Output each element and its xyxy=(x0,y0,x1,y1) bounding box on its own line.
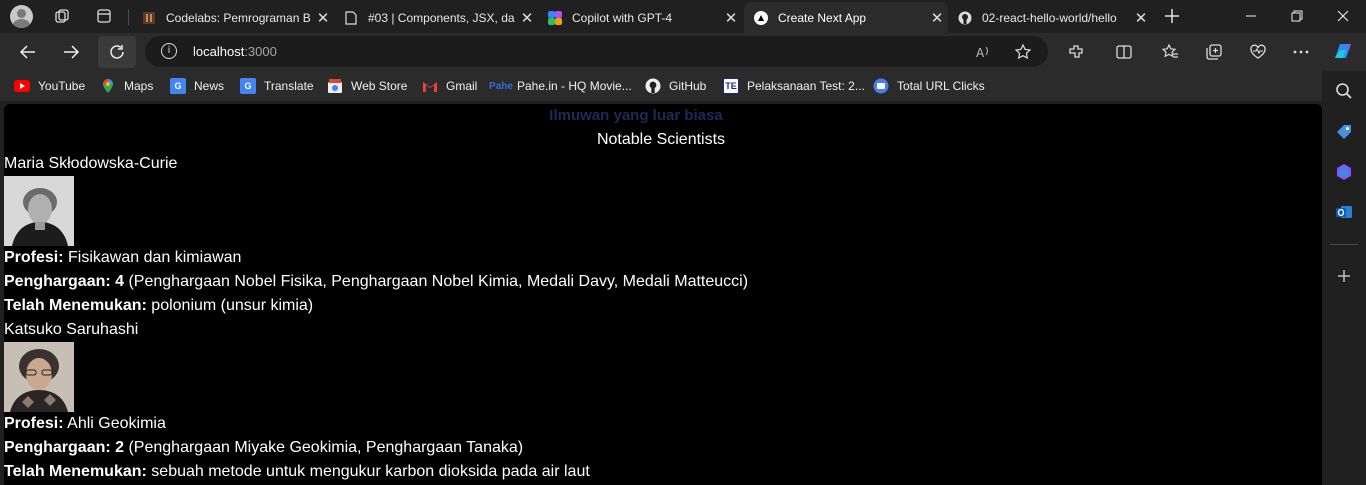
close-icon[interactable]: ✕ xyxy=(1130,9,1152,27)
url-text[interactable]: localhost:3000 xyxy=(193,44,277,59)
bookmark-github[interactable]: GitHub xyxy=(645,78,706,94)
sidebar-divider xyxy=(1330,244,1358,245)
page-title: Notable Scientists xyxy=(596,131,726,148)
document-icon xyxy=(344,10,358,25)
close-icon[interactable]: ✕ xyxy=(926,9,948,27)
link-icon xyxy=(873,78,889,94)
forward-icon[interactable] xyxy=(55,36,87,68)
bookmark-pelaksanaan-test[interactable]: TE Pelaksanaan Test: 2... xyxy=(723,78,865,94)
tab-title: 02-react-hello-world/hello xyxy=(982,10,1117,25)
bookmark-translate[interactable]: G Translate xyxy=(240,78,314,94)
webstore-icon xyxy=(327,78,343,94)
nextjs-icon xyxy=(754,10,768,25)
bookmark-news[interactable]: G News xyxy=(170,78,224,94)
profile-avatar-icon[interactable] xyxy=(10,5,33,28)
favorites-icon[interactable] xyxy=(1160,42,1180,62)
bookmark-maps[interactable]: Maps xyxy=(100,78,153,94)
favorite-star-icon[interactable] xyxy=(1014,43,1032,61)
awards-line: Penghargaan: 4 (Penghargaan Nobel Fisika… xyxy=(4,273,749,290)
tab-codelabs[interactable]: Codelabs: Pemrograman B ✕ xyxy=(132,2,334,33)
svg-text:A: A xyxy=(976,46,985,60)
page-heading: Ilmuwan yang luar biasa xyxy=(549,107,723,124)
shopping-tag-icon[interactable] xyxy=(1333,121,1355,143)
minimize-icon[interactable] xyxy=(1228,0,1274,32)
bookmark-total-url-clicks[interactable]: Total URL Clicks xyxy=(873,78,985,94)
page-viewport: Ilmuwan yang luar biasa Notable Scientis… xyxy=(4,104,1322,485)
tab-create-next-app[interactable]: Create Next App ✕ xyxy=(744,2,948,33)
collections-icon[interactable] xyxy=(1204,42,1224,62)
profession-line: Profesi: Ahli Geokimia xyxy=(4,415,166,432)
tab-actions-icon[interactable] xyxy=(94,6,114,26)
refresh-icon[interactable] xyxy=(98,36,136,68)
address-bar[interactable]: i localhost:3000 A xyxy=(145,36,1048,67)
gmail-icon xyxy=(422,78,438,94)
test-icon: TE xyxy=(723,78,739,94)
github-icon xyxy=(958,11,972,25)
discovery-line: Telah Menemukan: sebuah metode untuk men… xyxy=(4,463,590,480)
close-icon[interactable]: ✕ xyxy=(720,9,742,27)
tab-github-repo[interactable]: 02-react-hello-world/hello ✕ xyxy=(948,2,1152,33)
copilot-icon xyxy=(548,10,562,25)
copilot-sidebar-icon[interactable] xyxy=(1331,40,1355,64)
tab-title: Codelabs: Pemrograman B xyxy=(166,10,311,25)
pahe-icon: Pahe xyxy=(489,80,513,92)
tab-title: Create Next App xyxy=(778,10,867,25)
new-tab-icon[interactable] xyxy=(1162,6,1182,26)
translate-icon: G xyxy=(240,78,256,94)
site-info-icon[interactable]: i xyxy=(161,43,177,59)
copilot-app-icon[interactable] xyxy=(1333,161,1355,183)
tab-title: #03 | Components, JSX, da xyxy=(368,10,515,25)
scientist-portrait xyxy=(4,342,74,412)
edge-sidebar xyxy=(1322,71,1366,485)
workspaces-icon[interactable] xyxy=(52,6,72,26)
outlook-icon[interactable] xyxy=(1333,201,1355,223)
add-sidebar-app-icon[interactable] xyxy=(1333,265,1355,287)
scientist-name: Maria Skłodowska-Curie xyxy=(4,155,178,172)
discovery-line: Telah Menemukan: polonium (unsur kimia) xyxy=(4,297,314,314)
github-icon xyxy=(645,78,661,94)
awards-line: Penghargaan: 2 (Penghargaan Miyake Geoki… xyxy=(4,439,524,456)
extensions-icon[interactable] xyxy=(1066,42,1086,62)
scientist-name: Katsuko Saruhashi xyxy=(4,321,139,338)
close-icon[interactable]: ✕ xyxy=(312,9,334,27)
bookmark-youtube[interactable]: YouTube xyxy=(14,78,85,94)
youtube-icon xyxy=(14,78,30,94)
codelabs-icon xyxy=(142,11,156,25)
search-icon[interactable] xyxy=(1333,80,1355,102)
close-window-icon[interactable] xyxy=(1320,0,1366,32)
scientist-portrait xyxy=(4,176,74,246)
maps-icon xyxy=(100,78,116,94)
profession-line: Profesi: Fisikawan dan kimiawan xyxy=(4,249,242,266)
restore-icon[interactable] xyxy=(1274,0,1320,32)
bookmark-pahe[interactable]: Pahe Pahe.in - HQ Movie... xyxy=(489,78,632,94)
bookmark-gmail[interactable]: Gmail xyxy=(422,78,477,94)
news-icon: G xyxy=(170,78,186,94)
tab-copilot[interactable]: Copilot with GPT-4 ✕ xyxy=(538,2,742,33)
tab-title: Copilot with GPT-4 xyxy=(572,10,673,25)
bookmark-web-store[interactable]: Web Store xyxy=(327,78,407,94)
read-aloud-icon[interactable]: A xyxy=(975,43,993,61)
toolbar: i localhost:3000 A xyxy=(0,33,1366,71)
bookmarks-bar: YouTube Maps G News G Translate Web Stor… xyxy=(0,71,1366,101)
close-icon[interactable]: ✕ xyxy=(516,9,538,27)
browser-essentials-icon[interactable] xyxy=(1248,42,1268,62)
tab-components-jsx[interactable]: #03 | Components, JSX, da ✕ xyxy=(334,2,538,33)
back-icon[interactable] xyxy=(12,36,44,68)
tab-strip: Codelabs: Pemrograman B ✕ #03 | Componen… xyxy=(0,0,1366,33)
more-menu-icon[interactable] xyxy=(1291,42,1311,62)
split-screen-icon[interactable] xyxy=(1114,42,1134,62)
